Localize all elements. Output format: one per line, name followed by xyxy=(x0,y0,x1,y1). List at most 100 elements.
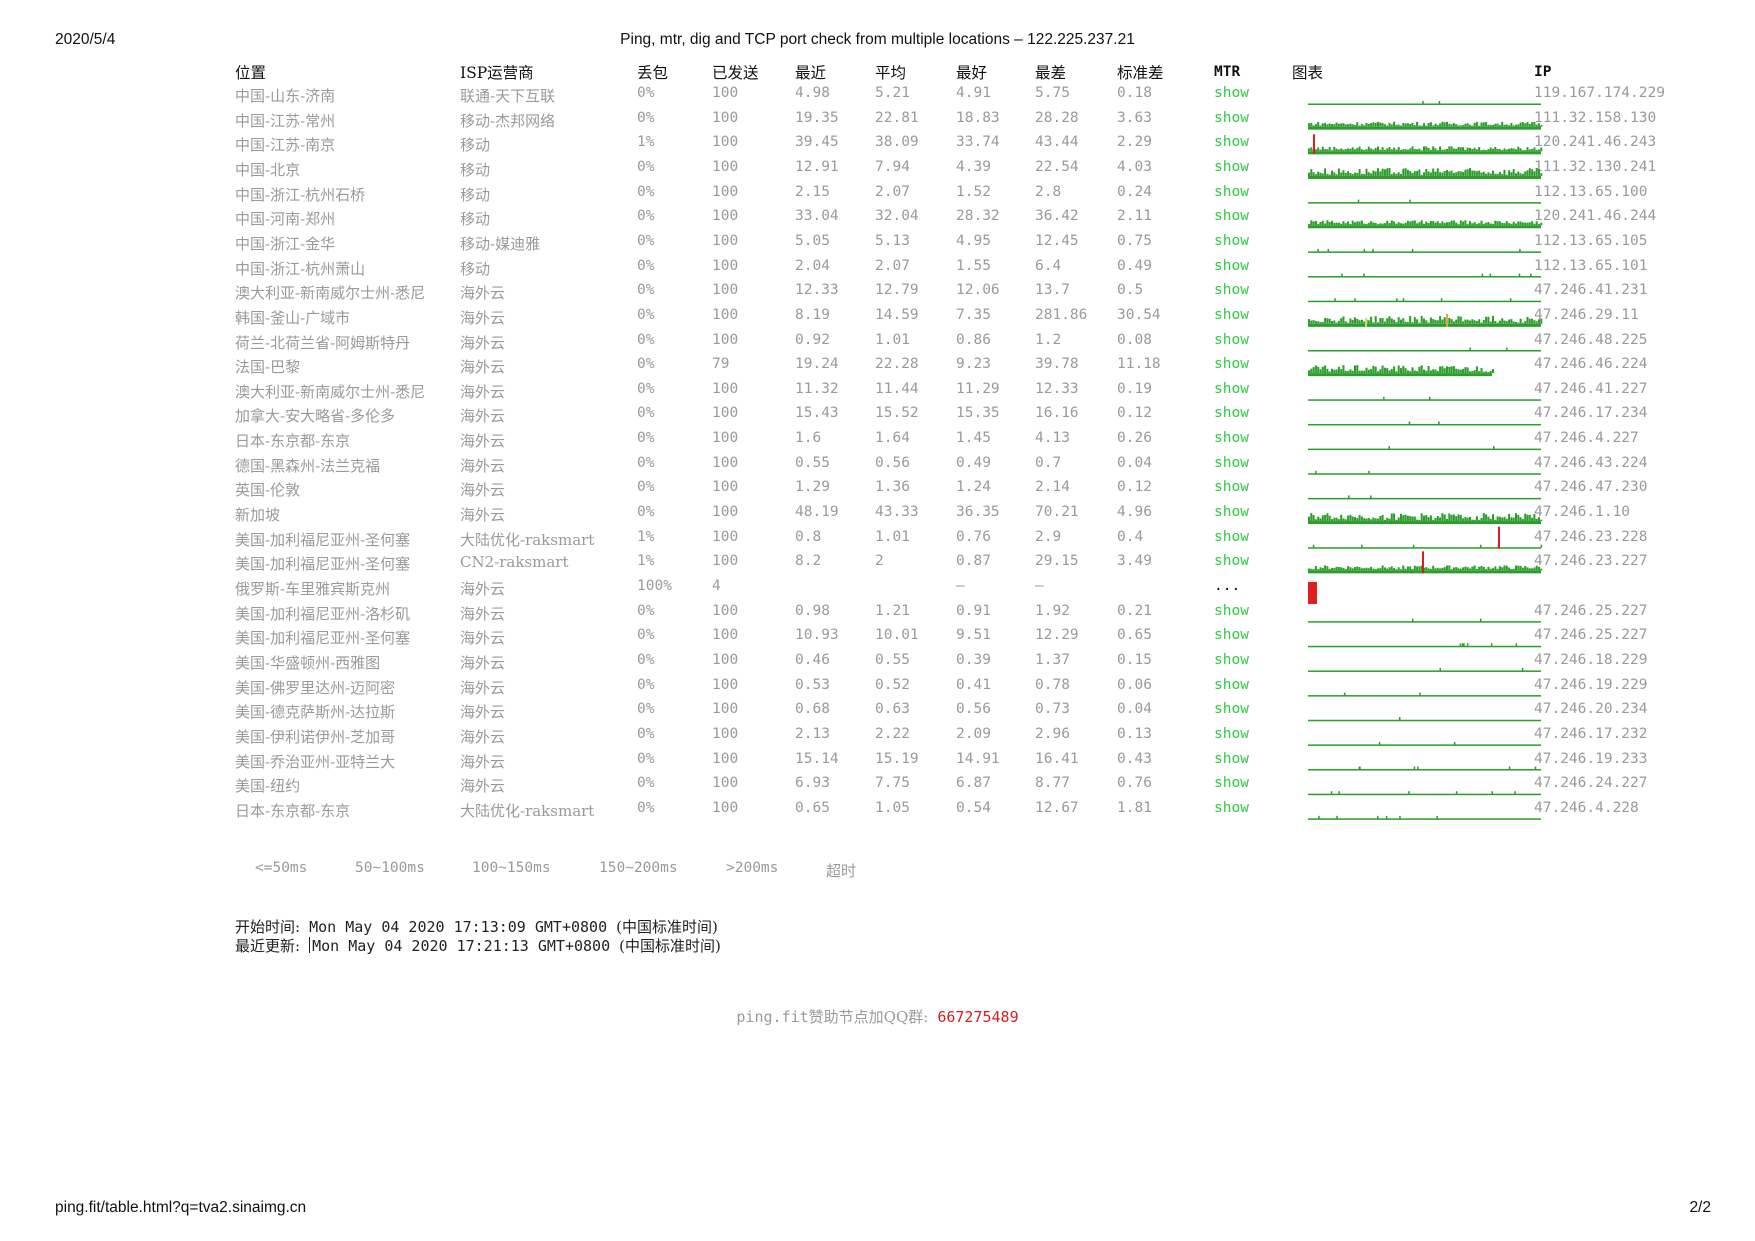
cell-sent: 100 xyxy=(712,158,739,175)
mtr-show-link[interactable]: show xyxy=(1214,529,1249,545)
mtr-show-link[interactable]: show xyxy=(1214,381,1249,397)
mtr-show-link[interactable]: show xyxy=(1214,430,1249,446)
mtr-show-link[interactable]: show xyxy=(1214,307,1249,323)
cell-best: 28.32 xyxy=(956,208,1000,225)
mtr-show-link[interactable]: show xyxy=(1214,405,1249,421)
cell-stdev: 0.04 xyxy=(1117,454,1152,471)
cell-sent: 100 xyxy=(712,602,739,619)
cell-location: 法国-巴黎 xyxy=(235,358,301,377)
cell-best: 0.54 xyxy=(956,799,991,816)
cell-isp: 海外云 xyxy=(460,777,506,796)
mtr-show-link[interactable]: show xyxy=(1214,726,1249,742)
mtr-show-link[interactable]: show xyxy=(1214,332,1249,348)
cell-best: 0.76 xyxy=(956,528,991,545)
cell-avg: 2.07 xyxy=(875,183,910,200)
cell-stdev: 0.06 xyxy=(1117,676,1152,693)
cell-last: 4.98 xyxy=(795,85,830,101)
cell-location: 美国-佛罗里达州-迈阿密 xyxy=(235,678,396,697)
cell-location: 中国-山东-济南 xyxy=(235,87,336,105)
mtr-show-link[interactable]: show xyxy=(1214,701,1249,717)
mtr-show-link[interactable]: show xyxy=(1214,110,1249,126)
cell-loss: 0% xyxy=(637,479,655,496)
mtr-show-link[interactable]: show xyxy=(1214,775,1249,791)
cell-sent: 100 xyxy=(712,306,739,323)
mtr-show-link[interactable]: show xyxy=(1214,479,1249,495)
cell-loss: 0% xyxy=(637,627,655,644)
mtr-show-link[interactable]: show xyxy=(1214,603,1249,619)
cell-loss: 0% xyxy=(637,380,655,397)
latency-sparkline xyxy=(1308,146,1543,155)
mtr-show-link[interactable]: show xyxy=(1214,627,1249,643)
cell-ip: 47.246.29.11 xyxy=(1534,306,1639,323)
cell-avg: 14.59 xyxy=(875,306,919,323)
cell-worst: 12.33 xyxy=(1035,380,1079,397)
cell-avg: 1.01 xyxy=(875,331,910,348)
cell-location: 中国-河南-郑州 xyxy=(235,210,336,229)
latency-spike xyxy=(1446,313,1448,327)
cell-stdev: 4.96 xyxy=(1117,504,1152,521)
cell-last: 12.91 xyxy=(795,158,839,175)
sponsor-site: ping.fit xyxy=(736,1008,809,1026)
latency-spike xyxy=(1365,317,1367,327)
mtr-show-link[interactable]: show xyxy=(1214,652,1249,668)
cell-avg: 15.19 xyxy=(875,750,919,767)
mtr-show-link[interactable]: show xyxy=(1214,356,1249,372)
latency-sparkline xyxy=(1308,167,1543,179)
cell-worst: 0.73 xyxy=(1035,701,1070,718)
mtr-show-link[interactable]: show xyxy=(1214,504,1249,520)
cell-ip: 112.13.65.101 xyxy=(1534,257,1648,274)
cell-location: 美国-加利福尼亚州-洛杉矶 xyxy=(235,604,411,623)
latency-sparkline xyxy=(1308,692,1541,697)
cell-location: 加拿大-安大略省-多伦多 xyxy=(235,407,396,426)
cell-best: 1.24 xyxy=(956,479,991,496)
mtr-show-link[interactable]: show xyxy=(1214,282,1249,298)
mtr-show-link[interactable]: show xyxy=(1214,159,1249,175)
latency-spike xyxy=(1313,134,1315,155)
cell-ip: 47.246.4.227 xyxy=(1534,430,1639,447)
update-time-line: 最近更新: Mon May 04 2020 17:21:13 GMT+0800 … xyxy=(235,935,721,956)
cell-isp: 海外云 xyxy=(460,678,506,697)
cell-sent: 100 xyxy=(712,183,739,200)
cell-ip: 47.246.47.230 xyxy=(1534,479,1648,496)
cell-last: 15.14 xyxy=(795,750,839,767)
mtr-show-link[interactable]: show xyxy=(1214,677,1249,693)
cell-best: 4.95 xyxy=(956,232,991,249)
cell-isp: 海外云 xyxy=(460,604,506,623)
mtr-show-link[interactable]: show xyxy=(1214,258,1249,274)
latency-sparkline xyxy=(1308,101,1541,105)
cell-avg: 38.09 xyxy=(875,134,919,151)
start-time-line: 开始时间: Mon May 04 2020 17:13:09 GMT+0800 … xyxy=(235,916,718,937)
cell-stdev: 2.29 xyxy=(1117,134,1152,151)
mtr-show-link[interactable]: show xyxy=(1214,751,1249,767)
mtr-show-link[interactable]: show xyxy=(1214,455,1249,471)
cell-stdev: 0.12 xyxy=(1117,405,1152,422)
mtr-show-link[interactable]: show xyxy=(1214,85,1249,101)
cell-best: – xyxy=(956,578,965,594)
mtr-show-link[interactable]: show xyxy=(1214,233,1249,249)
cell-stdev: 0.13 xyxy=(1117,725,1152,742)
cell-best: 0.86 xyxy=(956,331,991,348)
mtr-show-link[interactable]: show xyxy=(1214,800,1249,816)
cell-loss: 0% xyxy=(637,356,655,373)
text-cursor xyxy=(309,937,311,953)
cell-worst: 29.15 xyxy=(1035,553,1079,570)
cell-ip: 47.246.48.225 xyxy=(1534,331,1648,348)
mtr-show-link[interactable]: show xyxy=(1214,553,1249,569)
cell-stdev: 0.26 xyxy=(1117,430,1152,447)
mtr-show-link[interactable]: show xyxy=(1214,184,1249,200)
latency-sparkline xyxy=(1308,815,1541,820)
latency-sparkline xyxy=(1308,791,1541,796)
cell-best: 12.06 xyxy=(956,282,1000,299)
cell-location: 澳大利亚-新南威尔士州-悉尼 xyxy=(235,382,426,401)
mtr-show-link[interactable]: show xyxy=(1214,134,1249,150)
cell-sent: 100 xyxy=(712,504,739,521)
cell-loss: 0% xyxy=(637,701,655,718)
cell-worst: 28.28 xyxy=(1035,109,1079,126)
cell-best: 14.91 xyxy=(956,750,1000,767)
latency-spike xyxy=(1422,551,1424,574)
cell-sent: 100 xyxy=(712,627,739,644)
cell-isp: 移动 xyxy=(460,210,491,229)
cell-sent: 100 xyxy=(712,85,739,101)
cell-last: 6.93 xyxy=(795,775,830,792)
mtr-show-link[interactable]: show xyxy=(1214,208,1249,224)
